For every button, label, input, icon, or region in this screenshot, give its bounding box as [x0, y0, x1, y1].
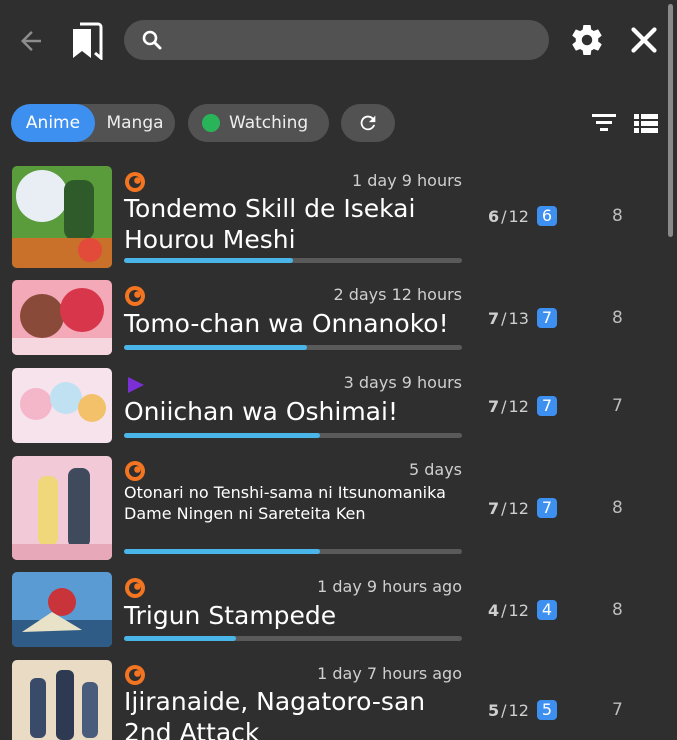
entry-title[interactable]: Oniichan wa Oshimai!	[124, 396, 464, 427]
score[interactable]: 8	[612, 308, 623, 328]
airing-time: 5 days	[408, 460, 462, 479]
crunchyroll-icon	[125, 172, 145, 192]
released-badge: 4	[536, 600, 558, 620]
hidive-icon	[128, 377, 144, 393]
score[interactable]: 8	[612, 498, 623, 518]
entry-title[interactable]: Ijiranaide, Nagatoro-san 2nd Attack	[124, 686, 464, 740]
list-item[interactable]: 2 days 12 hours Tomo-chan wa Onnanoko! 7…	[0, 280, 660, 358]
progress-bar	[124, 549, 462, 554]
episode-progress[interactable]: 7/12 7	[488, 396, 558, 416]
airing-time: 1 day 9 hours ago	[317, 577, 462, 596]
released-badge: 7	[536, 498, 558, 518]
airing-time: 2 days 12 hours	[333, 285, 462, 304]
airing-time: 1 day 7 hours ago	[317, 664, 462, 683]
entry-title[interactable]: Trigun Stampede	[124, 600, 464, 631]
episode-progress[interactable]: 7/12 7	[488, 498, 558, 518]
episode-progress[interactable]: 5/12 5	[488, 700, 558, 720]
progress-bar	[124, 345, 462, 350]
score[interactable]: 7	[612, 700, 623, 720]
entry-title[interactable]: Otonari no Tenshi-sama ni Itsunomanika D…	[124, 482, 464, 524]
episode-progress[interactable]: 4/12 4	[488, 600, 558, 620]
score[interactable]: 8	[612, 600, 623, 620]
list-item[interactable]: 1 day 7 hours ago Ijiranaide, Nagatoro-s…	[0, 660, 660, 740]
entry-title[interactable]: Tomo-chan wa Onnanoko!	[124, 308, 464, 339]
cover-image	[12, 368, 112, 443]
entry-title[interactable]: Tondemo Skill de Isekai Hourou Meshi	[124, 193, 464, 256]
score[interactable]: 8	[612, 206, 623, 226]
cover-image	[12, 280, 112, 355]
list-item[interactable]: 3 days 9 hours Oniichan wa Oshimai! 7/12…	[0, 368, 660, 446]
score[interactable]: 7	[612, 396, 623, 416]
episode-progress[interactable]: 7/13 7	[488, 308, 558, 328]
list-item[interactable]: 1 day 9 hours ago Trigun Stampede 4/12 4…	[0, 572, 660, 650]
crunchyroll-icon	[125, 665, 145, 685]
crunchyroll-icon	[125, 461, 145, 481]
crunchyroll-icon	[125, 286, 145, 306]
cover-image	[12, 456, 112, 560]
cover-image	[12, 660, 112, 740]
list-item[interactable]: 5 days Otonari no Tenshi-sama ni Itsunom…	[0, 456, 660, 560]
airing-time: 3 days 9 hours	[343, 373, 462, 392]
cover-image	[12, 166, 112, 268]
progress-bar	[124, 258, 462, 263]
scrollbar[interactable]	[668, 4, 673, 237]
released-badge: 7	[536, 308, 558, 328]
released-badge: 6	[536, 206, 558, 226]
released-badge: 5	[536, 700, 558, 720]
progress-bar	[124, 433, 462, 438]
progress-bar	[124, 636, 462, 641]
anime-list: 1 day 9 hours Tondemo Skill de Isekai Ho…	[0, 0, 660, 740]
airing-time: 1 day 9 hours	[351, 171, 462, 190]
episode-progress[interactable]: 6/12 6	[488, 206, 558, 226]
cover-image	[12, 572, 112, 647]
crunchyroll-icon	[125, 578, 145, 598]
released-badge: 7	[536, 396, 558, 416]
list-item[interactable]: 1 day 9 hours Tondemo Skill de Isekai Ho…	[0, 166, 660, 270]
